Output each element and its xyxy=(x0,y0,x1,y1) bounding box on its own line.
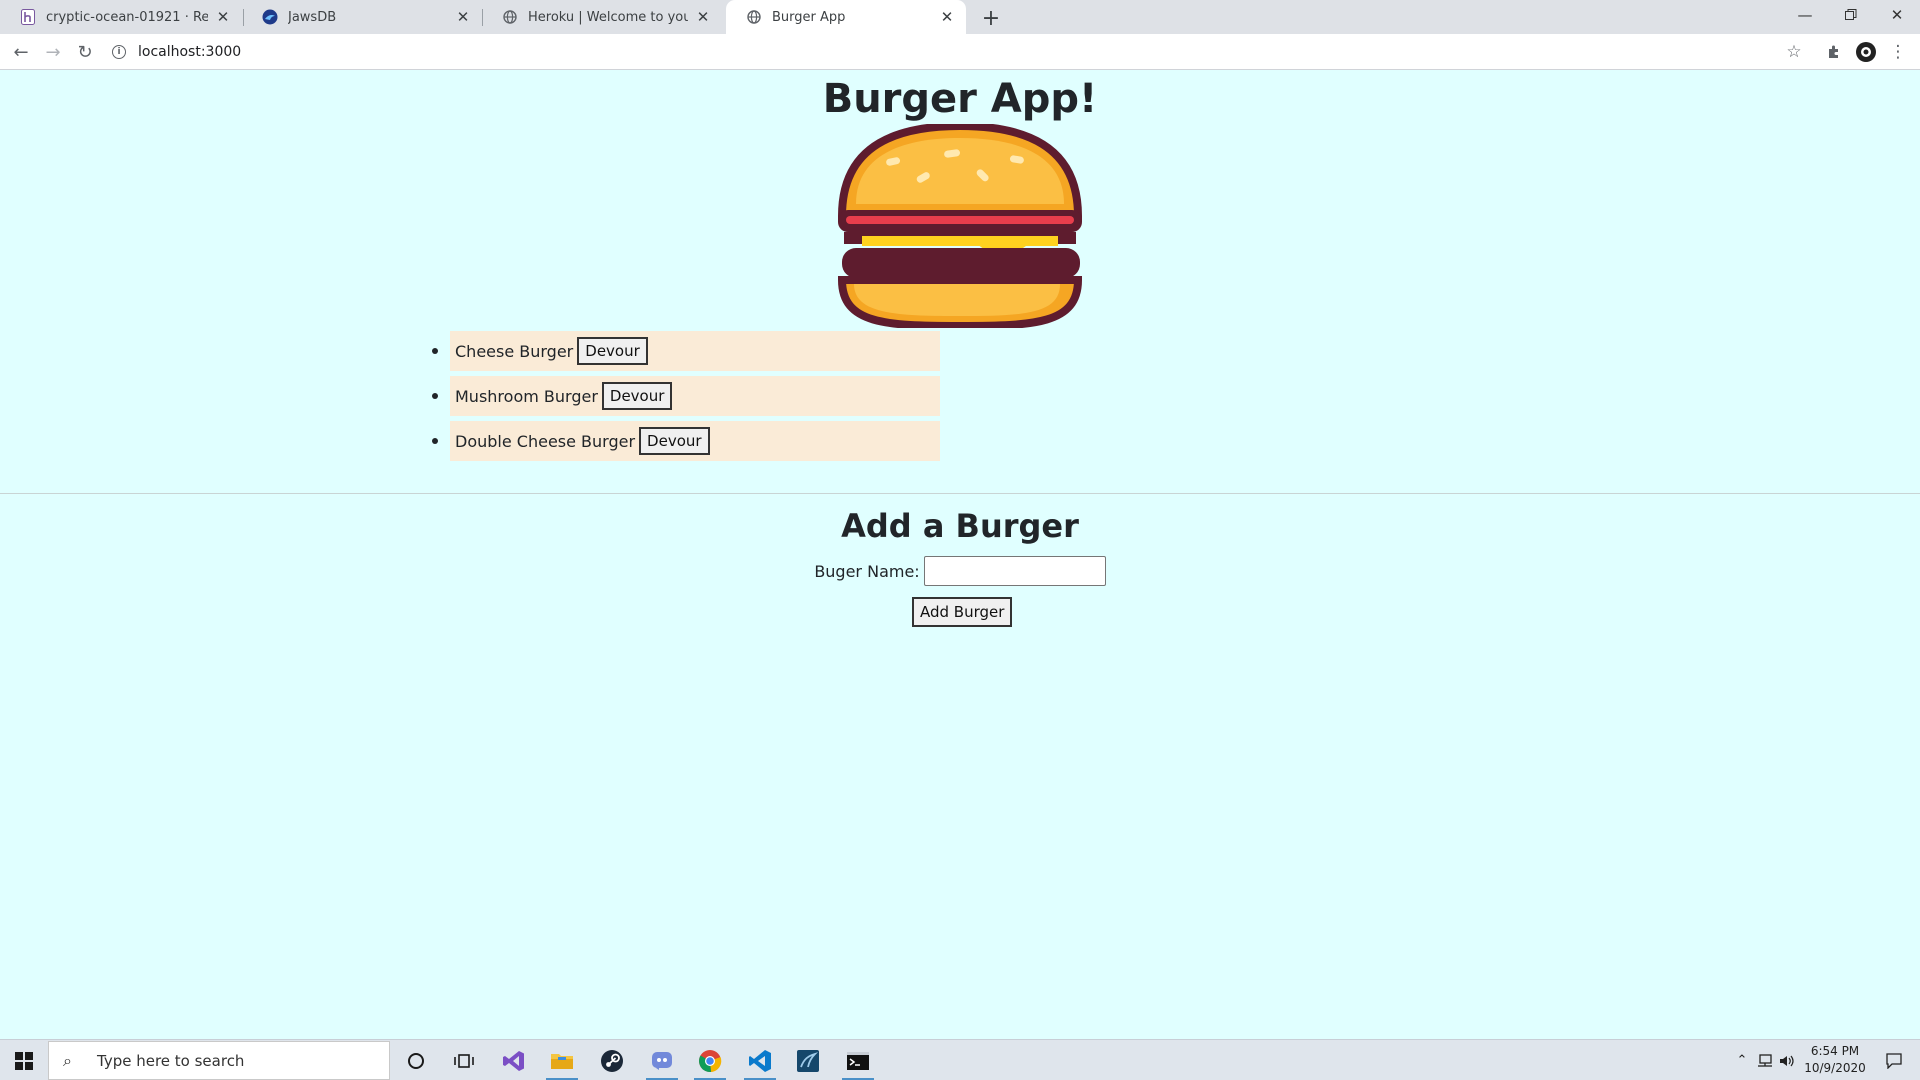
tab-title: JawsDB xyxy=(288,9,337,25)
burger-name-input[interactable] xyxy=(923,556,1106,586)
url-text[interactable]: localhost:3000 xyxy=(138,44,241,60)
taskbar-clock[interactable]: 6:54 PM 10/9/2020 xyxy=(1800,1043,1870,1077)
close-icon[interactable]: ✕ xyxy=(214,8,232,26)
burger-name: Mushroom Burger xyxy=(455,386,598,406)
search-placeholder: Type here to search xyxy=(97,1051,245,1070)
visual-studio-icon[interactable] xyxy=(490,1040,538,1080)
task-view-icon[interactable] xyxy=(440,1040,488,1080)
discord-icon[interactable] xyxy=(638,1040,686,1080)
file-explorer-icon[interactable] xyxy=(538,1040,586,1080)
burger-logo xyxy=(837,124,1083,328)
forward-arrow-icon[interactable]: → xyxy=(38,37,68,67)
add-burger-button[interactable]: Add Burger xyxy=(912,597,1013,627)
clock-date: 10/9/2020 xyxy=(1804,1061,1866,1075)
burger-name-row: Buger Name: xyxy=(0,556,1920,586)
heroku-icon xyxy=(20,9,36,25)
windows-start-icon[interactable] xyxy=(0,1040,48,1080)
tab-title: Burger App xyxy=(772,9,846,25)
restore-icon[interactable] xyxy=(1828,0,1874,30)
address-bar[interactable]: i localhost:3000 xyxy=(112,38,1792,66)
tab-heroku-welcome[interactable]: Heroku | Welcome to your new app! ✕ xyxy=(482,0,722,34)
tab-title: Heroku | Welcome to your new app! xyxy=(528,9,688,25)
reload-icon[interactable]: ↻ xyxy=(70,37,100,67)
tab-heroku-resources[interactable]: cryptic-ocean-01921 · Resources ✕ xyxy=(0,0,242,34)
mysql-workbench-icon[interactable] xyxy=(784,1040,832,1080)
steam-icon[interactable] xyxy=(588,1040,636,1080)
browser-tab-strip: cryptic-ocean-01921 · Resources ✕ JawsDB… xyxy=(0,0,1920,34)
list-bullet xyxy=(432,393,438,399)
close-window-icon[interactable]: ✕ xyxy=(1874,0,1920,30)
page-title: Burger App! xyxy=(822,76,1098,122)
tab-burger-app[interactable]: Burger App ✕ xyxy=(726,0,966,34)
burger-name: Double Cheese Burger xyxy=(455,431,636,451)
globe-icon xyxy=(746,9,762,25)
network-icon[interactable] xyxy=(1754,1040,1776,1080)
cortana-icon[interactable] xyxy=(392,1040,440,1080)
burger-name-label: Buger Name: xyxy=(814,561,920,581)
chevron-up-icon[interactable]: ⌃ xyxy=(1730,1040,1754,1080)
close-icon[interactable]: ✕ xyxy=(938,8,956,26)
list-bullet xyxy=(432,348,438,354)
globe-icon xyxy=(502,9,518,25)
minimize-icon[interactable]: — xyxy=(1782,0,1828,30)
list-item: Cheese Burger Devour xyxy=(432,331,940,371)
browser-toolbar: ← → ↻ i localhost:3000 ☆ ⋮ xyxy=(0,34,1920,70)
tab-jawsdb[interactable]: JawsDB ✕ xyxy=(242,0,482,34)
menu-icon[interactable]: ⋮ xyxy=(1884,38,1912,66)
vscode-icon[interactable] xyxy=(736,1040,784,1080)
windows-taskbar: ⌕ Type here to search ⌃ 6:54 PM 10/9/202… xyxy=(0,1039,1920,1080)
devour-button[interactable]: Devour xyxy=(601,382,673,410)
taskbar-search-box[interactable]: ⌕ Type here to search xyxy=(48,1041,390,1080)
devour-button[interactable]: Devour xyxy=(577,337,648,365)
jawsdb-icon xyxy=(262,9,278,25)
tab-title: cryptic-ocean-01921 · Resources xyxy=(46,9,208,25)
close-icon[interactable]: ✕ xyxy=(454,8,472,26)
devour-button[interactable]: Devour xyxy=(639,427,710,455)
horizontal-divider xyxy=(0,493,1920,494)
chrome-icon[interactable] xyxy=(686,1040,734,1080)
burger-name: Cheese Burger xyxy=(455,341,574,361)
extensions-icon[interactable] xyxy=(1820,38,1848,66)
info-icon[interactable]: i xyxy=(112,45,126,59)
star-icon[interactable]: ☆ xyxy=(1780,38,1808,66)
list-bullet xyxy=(432,438,438,444)
notifications-icon[interactable] xyxy=(1874,1040,1914,1080)
terminal-icon[interactable] xyxy=(834,1040,882,1080)
volume-icon[interactable] xyxy=(1776,1040,1798,1080)
close-icon[interactable]: ✕ xyxy=(694,8,712,26)
page-content: Burger App! Cheese Burger Devour Mushroo… xyxy=(0,71,1920,1039)
list-item: Mushroom Burger Devour xyxy=(432,376,940,416)
clock-time: 6:54 PM xyxy=(1810,1044,1860,1058)
back-arrow-icon[interactable]: ← xyxy=(6,37,36,67)
new-tab-button[interactable]: + xyxy=(977,4,1005,32)
add-burger-heading: Add a Burger xyxy=(841,507,1079,545)
profile-avatar[interactable] xyxy=(1852,38,1880,66)
list-item: Double Cheese Burger Devour xyxy=(432,421,940,461)
burger-list: Cheese Burger Devour Mushroom Burger Dev… xyxy=(432,331,940,466)
search-icon: ⌕ xyxy=(63,1050,72,1070)
